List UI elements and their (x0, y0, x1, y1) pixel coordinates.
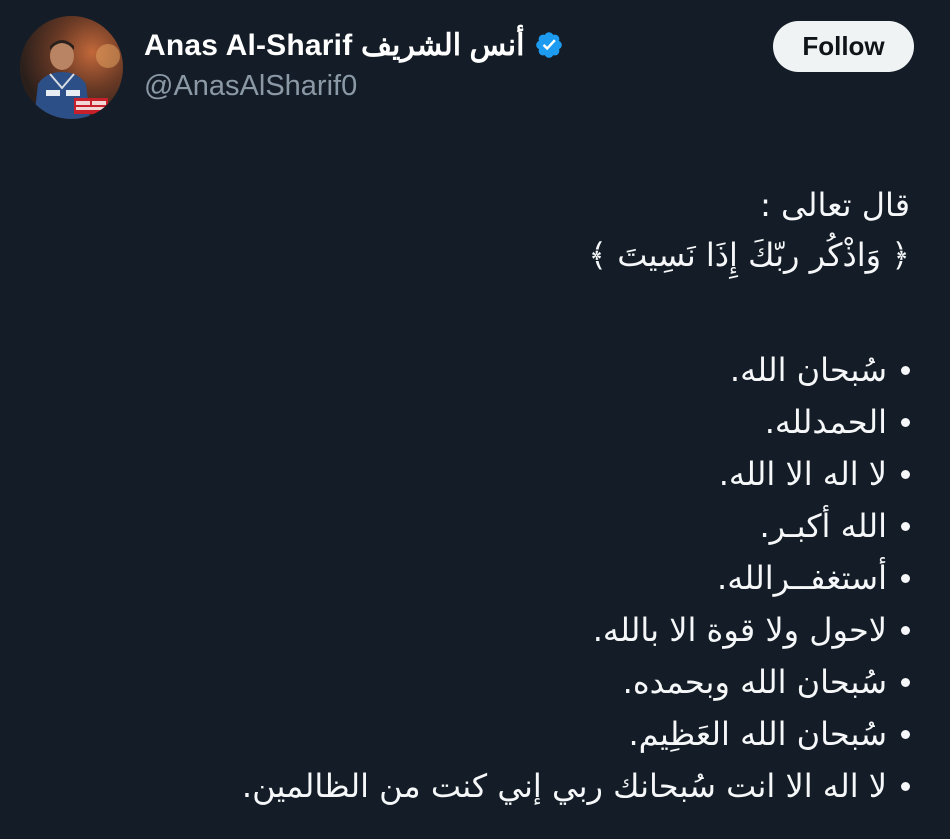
list-item-text: سُبحان الله وبحمده. (622, 663, 887, 701)
bullet-icon (901, 781, 910, 791)
avatar-image (20, 16, 123, 119)
list-item: سُبحان الله. (30, 344, 910, 396)
tweet-text: قال تعالى : ﴿ وَاذْكُر ربّكَ إِذَا نَسِي… (30, 180, 910, 812)
list-item: سُبحان الله العَظِيم. (30, 708, 910, 760)
list-item-text: سُبحان الله العَظِيم. (628, 715, 887, 753)
list-item: الله أكبـر. (30, 500, 910, 552)
list-item: سُبحان الله وبحمده. (30, 656, 910, 708)
list-item-text: لا اله الا انت سُبحانك ربي إني كنت من ال… (241, 767, 887, 805)
tweet-quote-line: ﴿ وَاذْكُر ربّكَ إِذَا نَسِيتَ ﴾ (588, 236, 910, 274)
avatar[interactable] (20, 16, 123, 119)
bullet-icon (901, 729, 910, 739)
list-item: لا اله الا انت سُبحانك ربي إني كنت من ال… (30, 760, 910, 812)
bullet-icon (901, 365, 910, 375)
dhikr-list: سُبحان الله. الحمدلله. لا اله الا الله. … (30, 344, 910, 812)
list-item-text: الله أكبـر. (759, 507, 887, 545)
tweet-card: Anas Al-Sharif أنس الشريف @AnasAlSharif0… (0, 0, 950, 839)
bullet-icon (901, 573, 910, 583)
bullet-icon (901, 677, 910, 687)
author-handle[interactable]: @AnasAlSharif0 (144, 70, 357, 103)
list-item-text: سُبحان الله. (729, 351, 887, 389)
verified-badge-icon[interactable] (534, 30, 564, 60)
list-item-text: أستغفــرالله. (717, 559, 887, 597)
list-item-text: الحمدلله. (764, 403, 887, 441)
tweet-intro-line: قال تعالى : (760, 186, 910, 224)
tweet-spacer (30, 280, 910, 344)
list-item: لا اله الا الله. (30, 448, 910, 500)
author-display-name[interactable]: Anas Al-Sharif أنس الشريف (144, 28, 524, 63)
follow-button[interactable]: Follow (773, 21, 914, 72)
bullet-icon (901, 417, 910, 427)
list-item-text: لاحول ولا قوة الا بالله. (592, 611, 887, 649)
bullet-icon (901, 625, 910, 635)
list-item: أستغفــرالله. (30, 552, 910, 604)
author-name-row: Anas Al-Sharif أنس الشريف (144, 22, 564, 68)
list-item-text: لا اله الا الله. (718, 455, 887, 493)
bullet-icon (901, 469, 910, 479)
bullet-icon (901, 521, 910, 531)
list-item: الحمدلله. (30, 396, 910, 448)
list-item: لاحول ولا قوة الا بالله. (30, 604, 910, 656)
